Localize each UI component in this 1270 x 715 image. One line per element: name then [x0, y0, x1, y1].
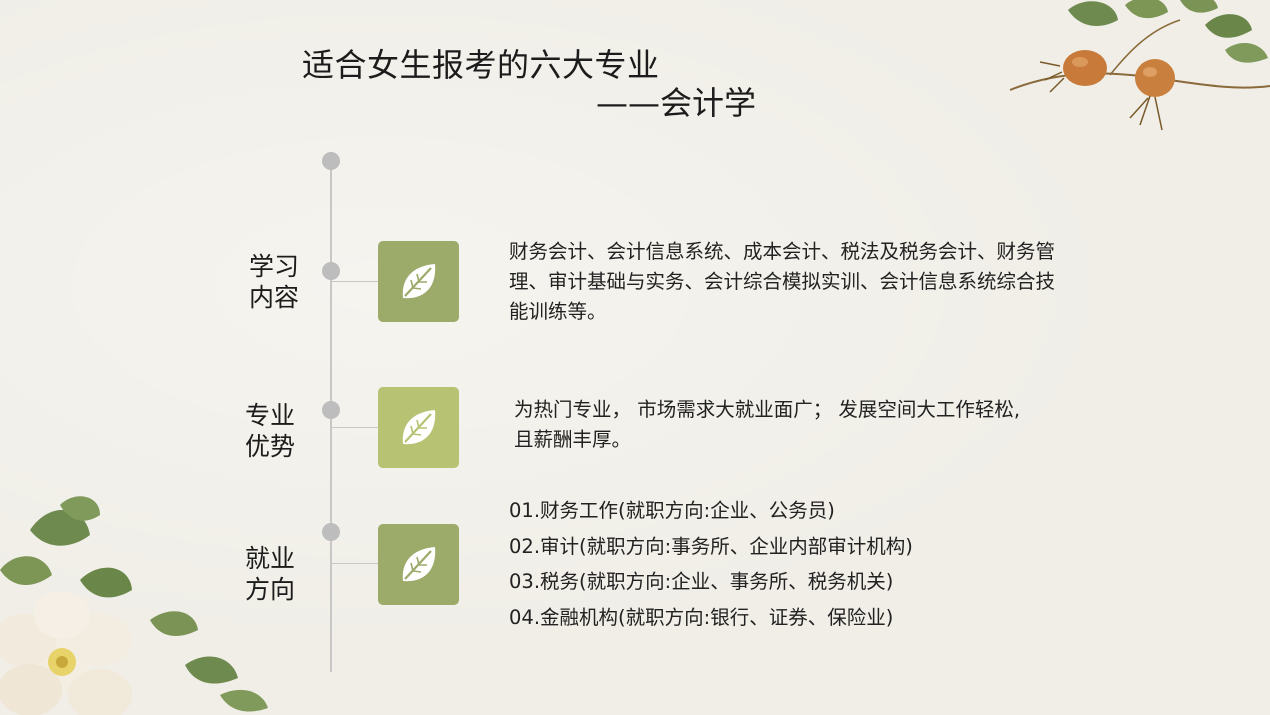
career-item: 01.财务工作(就职方向:企业、公务员) [509, 499, 835, 522]
slide: 适合女生报考的六大专业 ——会计学 学习 内容 财务会计、会计信息系统、成本会计… [0, 0, 1270, 715]
leaf-icon [402, 409, 435, 444]
career-item: 04.金融机构(就职方向:银行、证券、保险业) [509, 605, 894, 629]
study-content-label: 学习 内容 [249, 251, 299, 313]
timeline-dot-study [322, 262, 340, 280]
career-label-line-2: 方向 [245, 575, 296, 604]
study-leaf-box [378, 241, 459, 322]
advantage-text: 为热门专业， 市场需求大就业面广； 发展空间大工作轻松,且薪酬丰厚。 [514, 398, 1021, 451]
timeline-dot-career [322, 523, 340, 541]
title-line-2: ——会计学 [596, 84, 757, 122]
study-label-line-2: 内容 [249, 283, 300, 312]
career-label: 就业 方向 [245, 543, 295, 605]
connector-advantage [331, 427, 379, 428]
advantage-label-line-1: 专业 [245, 401, 296, 430]
career-leaf-box [378, 524, 459, 605]
study-content-text: 财务会计、会计信息系统、成本会计、税法及税务会计、财务管理、审计基础与实务、会计… [509, 240, 1056, 323]
advantage-label-line-2: 优势 [245, 432, 296, 461]
study-label-line-1: 学习 [249, 252, 300, 281]
leaf-icon [402, 263, 435, 298]
connector-career [331, 563, 379, 564]
career-label-line-1: 就业 [245, 544, 296, 573]
advantage-label: 专业 优势 [245, 400, 295, 462]
timeline-dot-top [322, 152, 340, 170]
leaf-icon [402, 546, 435, 581]
career-item: 02.审计(就职方向:事务所、企业内部审计机构) [509, 534, 913, 558]
connector-study [331, 281, 379, 282]
timeline-dot-advantage [322, 401, 340, 419]
advantage-leaf-box [378, 387, 459, 468]
career-list: 01.财务工作(就职方向:企业、公务员) 02.审计(就职方向:事务所、企业内部… [509, 493, 913, 635]
rosehip-branch-decoration [1009, 0, 1270, 131]
career-item: 03.税务(就职方向:企业、事务所、税务机关) [509, 570, 894, 593]
